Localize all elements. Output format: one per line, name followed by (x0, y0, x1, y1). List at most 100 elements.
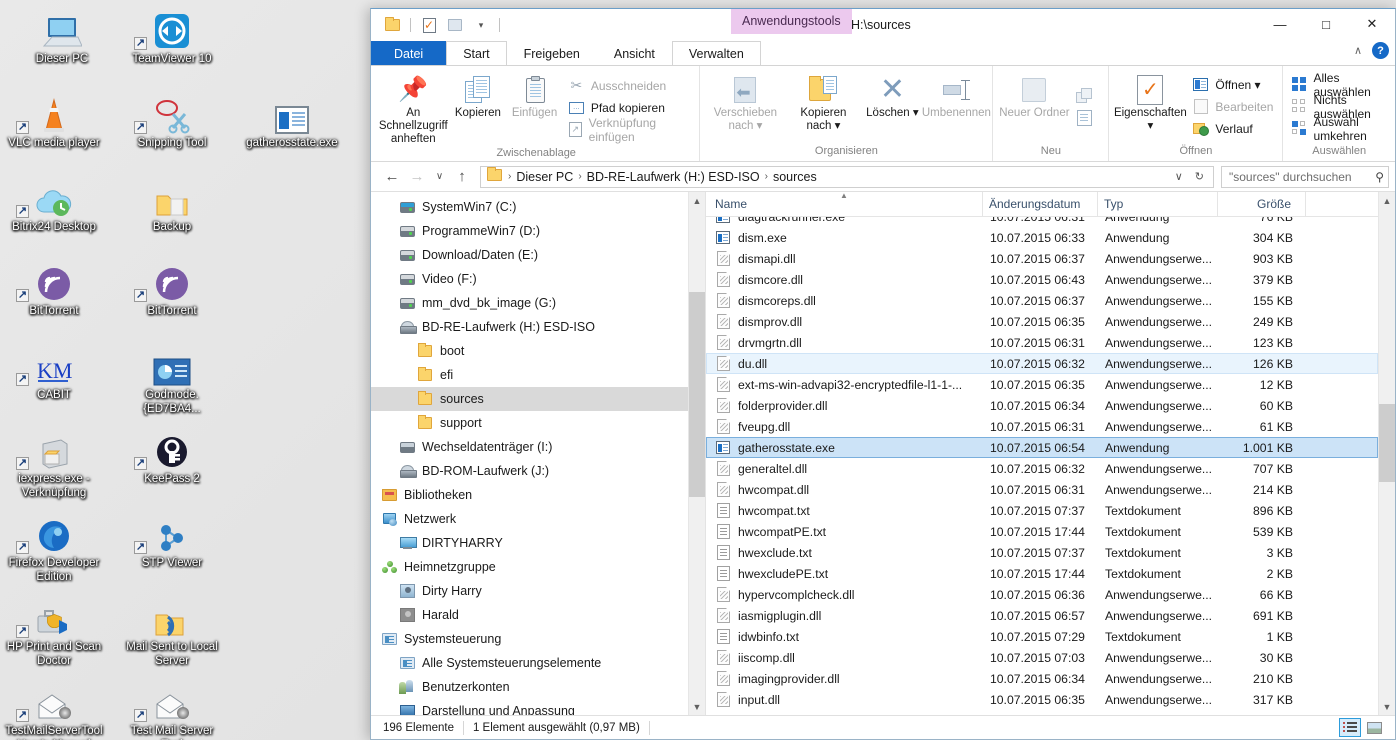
back-button[interactable]: ← (381, 166, 403, 188)
ribbon-tab-ansicht[interactable]: Ansicht (597, 41, 672, 65)
up-button[interactable]: ↑ (451, 166, 473, 188)
tree-item[interactable]: Bibliotheken (371, 483, 705, 507)
tree-item[interactable]: support (371, 411, 705, 435)
desktop-icon[interactable]: STP Viewer (120, 508, 224, 570)
minimize-button[interactable]: — (1257, 9, 1303, 39)
ribbon-button-new-folder[interactable]: Neuer Ordner (997, 69, 1071, 144)
ribbon-tab-start[interactable]: Start (446, 41, 507, 65)
search-input[interactable]: "sources" durchsuchen ⚲ (1221, 165, 1389, 188)
file-row[interactable]: hwexcludePE.txt 10.07.2015 17:44 Textdokum… (706, 563, 1378, 584)
chevron-down-icon[interactable]: ▾ (470, 14, 492, 36)
scroll-down-arrow[interactable]: ▼ (689, 698, 705, 715)
recent-locations-icon[interactable]: ∨ (431, 166, 448, 188)
refresh-icon[interactable]: ↻ (1189, 170, 1210, 183)
file-row[interactable]: drvmgrtn.dll 10.07.2015 06:31 Anwendungser… (706, 332, 1378, 353)
details-view-icon[interactable] (1339, 718, 1361, 737)
desktop-icon[interactable]: BitTorrent (2, 256, 106, 318)
file-row[interactable]: hwcompat.dll 10.07.2015 06:31 Anwendungser… (706, 479, 1378, 500)
tree-item[interactable]: sources (371, 387, 705, 411)
tree-item[interactable]: SystemWin7 (C:) (371, 195, 705, 219)
tree-item[interactable]: DIRTYHARRY (371, 531, 705, 555)
ribbon-button-copy-to[interactable]: Kopieren nach ▾ (786, 69, 860, 144)
ribbon-button-move-to[interactable]: ⬅ Verschieben nach ▾ (704, 69, 786, 144)
file-row[interactable]: diagtrackrunner.exe 10.07.2015 06:31Anwen… (706, 217, 1378, 227)
scroll-thumb[interactable] (1379, 404, 1395, 482)
chevron-down-icon[interactable]: ∨ (1169, 170, 1189, 183)
ribbon-tab-freigeben[interactable]: Freigeben (507, 41, 597, 65)
file-row[interactable]: hwcompat.txt 10.07.2015 07:37 Textdokument… (706, 500, 1378, 521)
ribbon-button-new-item-stack[interactable] (1071, 85, 1104, 107)
column-header-size[interactable]: Größe (1218, 192, 1306, 217)
desktop-icon[interactable]: TeamViewer 10 (120, 4, 224, 66)
file-row[interactable]: gatherosstate.exe 10.07.2015 06:54 Anwendu… (706, 437, 1378, 458)
file-row[interactable]: dismapi.dll 10.07.2015 06:37 Anwendungserw… (706, 248, 1378, 269)
column-header-date[interactable]: Änderungsdatum (983, 192, 1098, 217)
breadcrumb-item-1[interactable]: BD-RE-Laufwerk (H:) ESD-ISO (583, 170, 764, 184)
ribbon-button-rename[interactable]: Umbenennen (922, 69, 991, 144)
forward-button[interactable]: → (406, 166, 428, 188)
desktop-icon[interactable]: Snipping Tool (120, 88, 224, 150)
desktop-icon[interactable]: Firefox Developer Edition (2, 508, 106, 584)
file-row[interactable]: hwexclude.txt 10.07.2015 07:37 Textdokumen… (706, 542, 1378, 563)
file-row[interactable]: dismcoreps.dll 10.07.2015 06:37 Anwendungs… (706, 290, 1378, 311)
tree-item[interactable]: BD-ROM-Laufwerk (J:) (371, 459, 705, 483)
search-icon[interactable]: ⚲ (1375, 170, 1384, 184)
file-list-scrollbar[interactable]: ▲ ▼ (1378, 192, 1395, 715)
desktop-icon[interactable]: VLC media player (2, 88, 106, 150)
tree-item[interactable]: mm_dvd_bk_image (G:) (371, 291, 705, 315)
large-icons-view-icon[interactable] (1363, 718, 1385, 737)
desktop-icon[interactable]: Godmode.{ED7BA4... (120, 340, 224, 416)
breadcrumb-item-0[interactable]: Dieser PC (512, 170, 577, 184)
desktop-icon[interactable]: Backup (120, 172, 224, 234)
tree-item[interactable]: Dirty Harry (371, 579, 705, 603)
tree-item[interactable]: boot (371, 339, 705, 363)
tree-item[interactable]: Video (F:) (371, 267, 705, 291)
tree-item[interactable]: Benutzerkonten (371, 675, 705, 699)
properties-icon[interactable]: ✓ (418, 14, 440, 36)
navigation-pane[interactable]: SystemWin7 (C:) ProgrammeWin7 (D:) Downloa… (371, 192, 706, 715)
tree-item[interactable]: Harald (371, 603, 705, 627)
file-row[interactable]: input.dll 10.07.2015 06:35 Anwendungserwe.… (706, 689, 1378, 710)
ribbon-button-edit[interactable]: Bearbeiten (1187, 96, 1278, 118)
title-bar[interactable]: ✓ ▾ Anwendungstools H:\sources — □ ✕ (371, 9, 1395, 41)
desktop-icon[interactable]: HP Print and Scan Doctor (2, 592, 106, 668)
folder-icon[interactable] (381, 14, 403, 36)
scroll-down-arrow[interactable]: ▼ (1379, 698, 1395, 715)
tree-item[interactable]: Download/Daten (E:) (371, 243, 705, 267)
close-button[interactable]: ✕ (1349, 9, 1395, 39)
tree-item[interactable]: Wechseldatenträger (I:) (371, 435, 705, 459)
file-row[interactable]: iiscomp.dll 10.07.2015 07:03 Anwendungserw… (706, 647, 1378, 668)
new-folder-icon[interactable] (444, 14, 466, 36)
ribbon-button-paste-shortcut[interactable]: ↗ Verknüpfung einfügen (563, 116, 696, 144)
desktop-icon[interactable]: KeePass 2 (120, 424, 224, 486)
desktop-icon[interactable]: iexpress.exe - Verknüpfung (2, 424, 106, 500)
ribbon-button-easy-access[interactable] (1071, 107, 1104, 129)
file-row[interactable]: ext-ms-win-advapi32-encryptedfile-l1-1-.… (706, 374, 1378, 395)
file-row[interactable]: fveupg.dll 10.07.2015 06:31 Anwendungserwe… (706, 416, 1378, 437)
tree-item[interactable]: BD-RE-Laufwerk (H:) ESD-ISO (371, 315, 705, 339)
scroll-thumb[interactable] (689, 292, 705, 497)
desktop-icon[interactable]: Dieser PC (10, 4, 114, 66)
nav-pane-scrollbar[interactable]: ▲ ▼ (688, 192, 705, 715)
column-header-type[interactable]: Typ (1098, 192, 1218, 217)
desktop-icon[interactable]: Mail Sent to Local Server (120, 592, 224, 668)
help-icon[interactable]: ? (1372, 42, 1389, 59)
desktop-icon[interactable]: Test Mail Server Tool (120, 676, 224, 740)
ribbon-button-pin[interactable]: 📌 An Schnellzugriff anheften (377, 69, 450, 146)
file-row[interactable]: folderprovider.dll 10.07.2015 06:34 Anwend… (706, 395, 1378, 416)
ribbon-button-paste[interactable]: Einfügen (506, 69, 563, 146)
tree-item[interactable]: Heimnetzgruppe (371, 555, 705, 579)
tree-item[interactable]: efi (371, 363, 705, 387)
collapse-ribbon-icon[interactable]: ∧ (1354, 44, 1362, 57)
ribbon-tab-datei[interactable]: Datei (371, 41, 447, 65)
desktop-icon[interactable]: TestMailServerTool User's Manual (2, 676, 106, 740)
ribbon-button-scissors[interactable]: ✂ Ausschneiden (563, 75, 696, 97)
ribbon-button-delete[interactable]: ✕ Löschen ▾ (860, 69, 924, 144)
file-row[interactable]: hwcompatPE.txt 10.07.2015 17:44 Textdokume… (706, 521, 1378, 542)
ribbon-button-history[interactable]: Verlauf (1187, 118, 1278, 140)
file-row[interactable]: dismcore.dll 10.07.2015 06:43 Anwendungser… (706, 269, 1378, 290)
file-row[interactable]: dismprov.dll 10.07.2015 06:35 Anwendungser… (706, 311, 1378, 332)
ribbon-button-properties[interactable]: ✓ Eigenschaften ▾ (1113, 69, 1187, 144)
maximize-button[interactable]: □ (1303, 9, 1349, 39)
tree-item[interactable]: Systemsteuerung (371, 627, 705, 651)
